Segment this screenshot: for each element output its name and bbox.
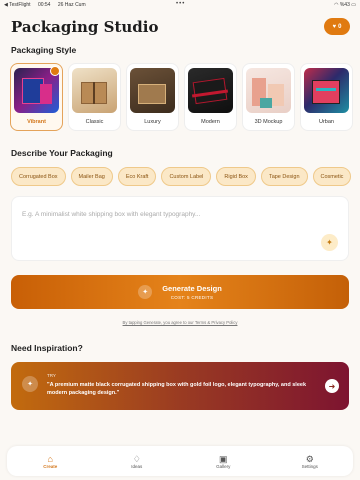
- style-card-3d-mockup[interactable]: 3D Mockup: [242, 63, 295, 131]
- style-card-modern[interactable]: Modern: [184, 63, 237, 131]
- style-section-title: Packaging Style: [11, 45, 77, 55]
- style-thumb-3d-mockup: [246, 68, 291, 113]
- chip-cosmetic[interactable]: Cosmetic: [312, 167, 352, 186]
- tab-gallery[interactable]: ▣ Gallery: [193, 454, 253, 469]
- describe-section-title: Describe Your Packaging: [11, 148, 113, 158]
- chip-custom-label[interactable]: Custom Label: [161, 167, 212, 186]
- sparkle-icon: ✦: [138, 285, 153, 299]
- style-label: Modern: [201, 119, 220, 125]
- style-thumb-classic: [72, 68, 117, 113]
- tab-label: Settings: [301, 463, 318, 469]
- tab-label: Gallery: [216, 463, 231, 469]
- inspiration-title: Need Inspiration?: [11, 343, 83, 353]
- battery-percent: %43: [339, 2, 350, 8]
- style-thumb-luxury: [130, 68, 175, 113]
- style-label: Classic: [85, 119, 104, 125]
- status-date: 26 Haz Cum: [57, 2, 86, 8]
- home-icon: ⌂: [47, 453, 53, 464]
- chip-rigid-box[interactable]: Rigid Box: [216, 167, 256, 186]
- tab-create[interactable]: ⌂ Create: [20, 454, 80, 469]
- chip-eco-kraft[interactable]: Eco Kraft: [117, 167, 157, 186]
- preset-chips: Corrugated Box Mailer Bag Eco Kraft Cust…: [11, 167, 352, 186]
- gallery-icon: ▣: [218, 453, 228, 464]
- style-card-classic[interactable]: Classic: [68, 63, 121, 131]
- selected-check-icon: [50, 66, 60, 76]
- gear-icon: ⚙: [305, 453, 314, 464]
- tab-label: Create: [43, 463, 58, 469]
- magic-wand-icon[interactable]: ✦: [321, 234, 338, 251]
- generate-cost: COST: 5 CREDITS: [170, 295, 214, 300]
- wifi-icon: ◠: [334, 2, 339, 8]
- arrow-right-icon[interactable]: ➜: [325, 379, 339, 393]
- credits-button[interactable]: ♥ 0: [324, 18, 350, 35]
- style-card-urban[interactable]: Urban: [300, 63, 353, 131]
- inspiration-quote: "A premium matte black corrugated shippi…: [47, 382, 306, 397]
- style-label: 3D Mockup: [254, 119, 283, 125]
- inspiration-tip-label: TRY: [47, 373, 56, 378]
- tab-ideas[interactable]: ♢ Ideas: [107, 454, 167, 469]
- lightbulb-icon: ✦: [22, 376, 38, 392]
- inspiration-card[interactable]: ✦ TRY "A premium matte black corrugated …: [11, 362, 349, 410]
- credits-count: 0: [338, 23, 342, 30]
- more-dots-icon[interactable]: •••: [176, 1, 185, 7]
- style-card-luxury[interactable]: Luxury: [126, 63, 179, 131]
- status-time: 00:54: [37, 2, 51, 8]
- gem-icon: ♥: [332, 23, 337, 30]
- tab-settings[interactable]: ⚙ Settings: [280, 454, 340, 469]
- style-thumb-urban: [304, 68, 349, 113]
- tab-bar: ⌂ Create ♢ Ideas ▣ Gallery ⚙ Settings: [7, 446, 353, 476]
- generate-label: Generate Design: [162, 284, 222, 293]
- chip-mailer-bag[interactable]: Mailer Bag: [70, 167, 113, 186]
- status-bar: ◀ TestFlight 00:54 26 Haz Cum ••• ◠ %43 …: [0, 0, 360, 10]
- style-label: Vibrant: [27, 119, 46, 125]
- description-input[interactable]: E.g. A minimalist white shipping box wit…: [11, 196, 349, 261]
- battery-icon: ▭: [351, 2, 356, 8]
- style-label: Luxury: [144, 119, 161, 125]
- style-list: Vibrant Classic Luxury Modern 3D Mockup: [10, 63, 353, 131]
- chip-tape-design[interactable]: Tape Design: [260, 167, 308, 186]
- page-title: Packaging Studio: [11, 18, 159, 36]
- description-placeholder: E.g. A minimalist white shipping box wit…: [22, 211, 201, 218]
- back-to-testflight[interactable]: ◀ TestFlight: [4, 2, 31, 8]
- chip-corrugated-box[interactable]: Corrugated Box: [11, 167, 66, 186]
- generate-button[interactable]: ✦ Generate Design COST: 5 CREDITS: [11, 275, 349, 309]
- style-thumb-modern: [188, 68, 233, 113]
- style-card-vibrant[interactable]: Vibrant: [10, 63, 63, 131]
- style-label: Urban: [319, 119, 334, 125]
- terms-link[interactable]: By tapping Generate, you agree to our Te…: [0, 320, 360, 325]
- tab-label: Ideas: [131, 463, 143, 469]
- lightbulb-icon: ♢: [132, 453, 141, 464]
